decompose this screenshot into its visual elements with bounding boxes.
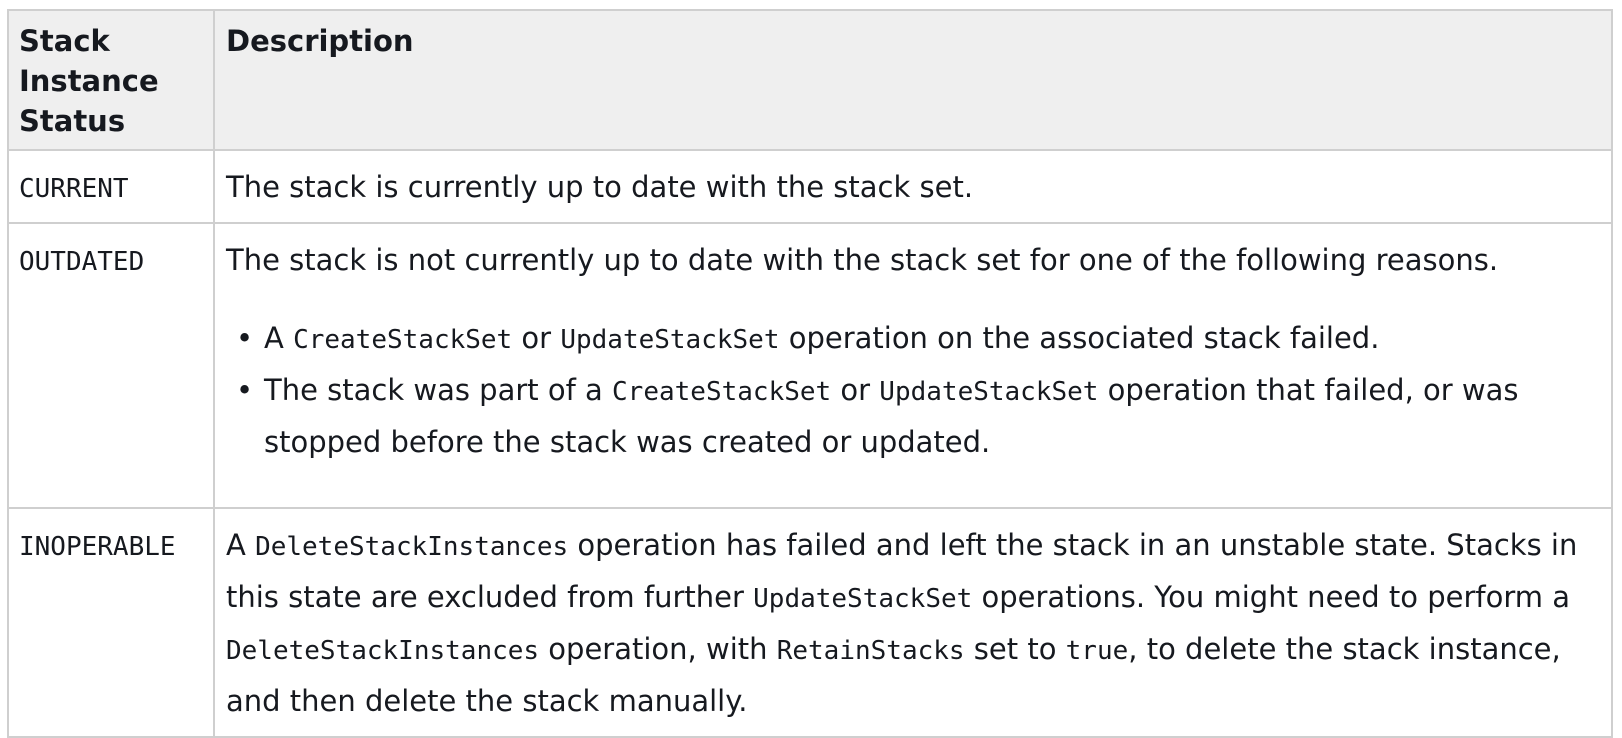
text-run: operation on the associated stack failed… [779,321,1380,355]
text-run: The stack was part of a [264,373,613,407]
text-run: operations. You might need to perform a [972,580,1570,614]
table-header-row: Stack Instance Status Description [7,9,1613,151]
description-text: The stack is not currently up to date wi… [226,243,1499,277]
status-cell: OUTDATED [7,222,215,509]
text-run: A [264,321,294,355]
api-name-code: UpdateStackSet [879,377,1099,407]
value-code: true [1065,636,1129,666]
api-name-code: UpdateStackSet [560,325,780,355]
header-stack-instance-status: Stack Instance Status [7,9,215,151]
bullet-icon: • [236,321,254,355]
bullet-icon: • [236,373,254,407]
text-run: or [512,321,561,355]
description-cell: A DeleteStackInstances operation has fai… [213,507,1613,738]
api-name-code: UpdateStackSet [753,584,973,614]
description-cell: The stack is currently up to date with t… [213,149,1613,224]
text-run: A [226,528,256,562]
text-run: or [831,373,880,407]
list-item: • A CreateStackSet or UpdateStackSet ope… [236,313,1595,365]
api-name-code: DeleteStackInstances [226,636,540,666]
table-row-inoperable: INOPERABLE A DeleteStackInstances operat… [7,507,1613,738]
header-description: Description [213,9,1613,151]
table-row-current: CURRENT The stack is currently up to dat… [7,149,1613,224]
status-code: OUTDATED [19,247,145,277]
stack-instance-status-table: Stack Instance Status Description CURREN… [7,9,1613,738]
parameter-code: RetainStacks [776,636,965,666]
status-cell: INOPERABLE [7,507,215,738]
api-name-code: DeleteStackInstances [255,532,569,562]
reasons-list: • A CreateStackSet or UpdateStackSet ope… [226,313,1595,467]
api-name-code: CreateStackSet [293,325,513,355]
description-cell: The stack is not currently up to date wi… [213,222,1613,509]
status-code: CURRENT [19,174,129,204]
table-row-outdated: OUTDATED The stack is not currently up t… [7,222,1613,509]
text-run: operation, with [539,632,777,666]
text-run: set to [964,632,1066,666]
description-text: A DeleteStackInstances operation has fai… [226,520,1595,726]
description-text: The stack is currently up to date with t… [226,170,974,204]
list-item: • The stack was part of a CreateStackSet… [236,365,1595,467]
status-cell: CURRENT [7,149,215,224]
api-name-code: CreateStackSet [612,377,832,407]
status-code: INOPERABLE [19,532,176,562]
